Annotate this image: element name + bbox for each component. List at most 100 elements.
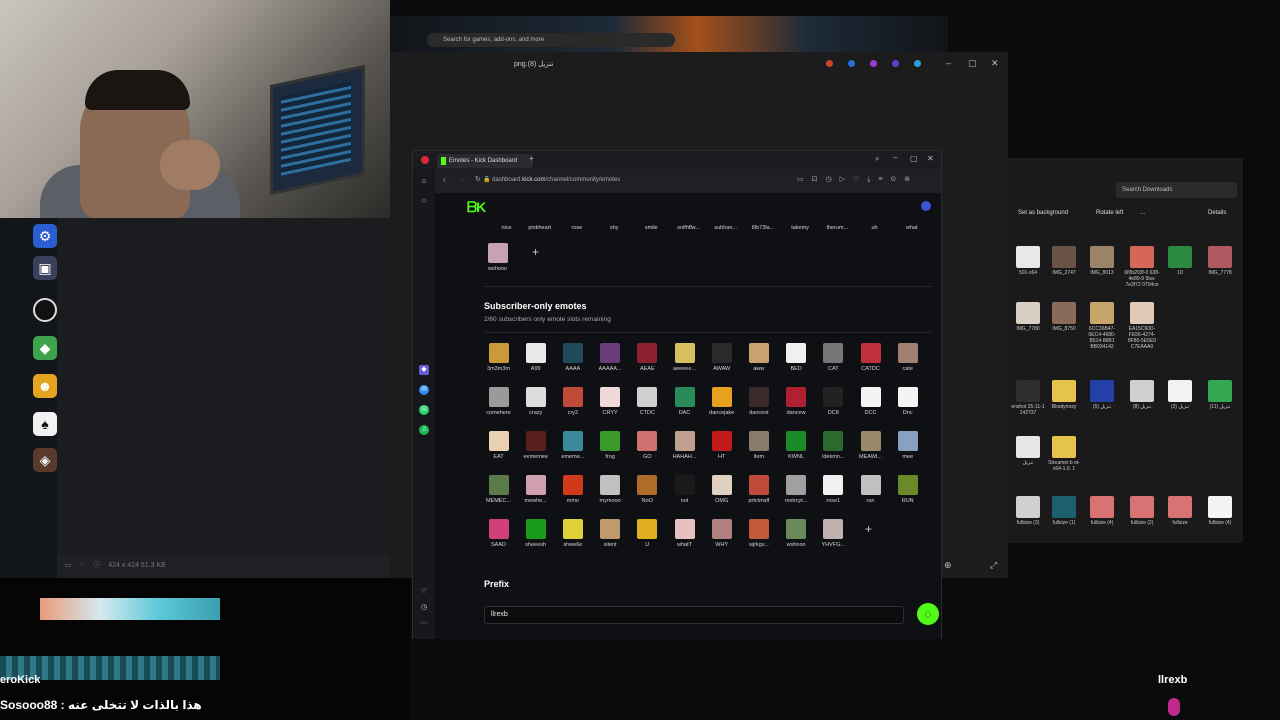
file-thumbnail[interactable] bbox=[1130, 380, 1154, 402]
file-thumbnail[interactable] bbox=[1130, 246, 1154, 268]
close-icon[interactable]: ✕ bbox=[991, 58, 999, 69]
emote-tile[interactable]: A99 bbox=[517, 343, 554, 372]
file-thumbnail[interactable] bbox=[1052, 436, 1076, 458]
explorer-search-input[interactable]: Search Downloads bbox=[1116, 182, 1237, 198]
emote-tile[interactable]: rose1 bbox=[815, 475, 852, 504]
emote-tile[interactable]: AEAE bbox=[629, 343, 666, 372]
emote-tile[interactable]: mee bbox=[889, 431, 926, 460]
emote-tile[interactable]: eememee bbox=[517, 431, 554, 460]
fullscreen-icon[interactable]: ⤢ bbox=[990, 560, 997, 571]
home-icon[interactable]: ⌂ bbox=[419, 177, 429, 187]
rotate-left-button[interactable]: Rotate left bbox=[1096, 210, 1123, 216]
file-thumbnail[interactable] bbox=[1168, 246, 1192, 268]
file-thumbnail[interactable] bbox=[1016, 380, 1040, 402]
history-icon[interactable]: ◷ bbox=[419, 603, 429, 613]
emote-tile[interactable]: CRYY bbox=[592, 387, 629, 416]
emote-tile[interactable]: OMG bbox=[703, 475, 740, 504]
minimize-icon[interactable]: – bbox=[893, 153, 897, 162]
more-icon[interactable]: ⋯ bbox=[419, 619, 429, 629]
close-icon[interactable]: ✕ bbox=[927, 154, 934, 163]
app-icon[interactable]: ◆ bbox=[33, 336, 57, 360]
emote-tile[interactable]: KWNL bbox=[778, 431, 815, 460]
emote-tile[interactable]: cry2 bbox=[554, 387, 591, 416]
emote-tile[interactable]: aww bbox=[740, 343, 777, 372]
file-thumbnail[interactable] bbox=[1090, 380, 1114, 402]
file-thumbnail[interactable] bbox=[1052, 302, 1076, 324]
file-thumbnail[interactable] bbox=[1052, 496, 1076, 518]
emote-tile[interactable]: MEAWI... bbox=[852, 431, 889, 460]
file-thumbnail[interactable] bbox=[1090, 246, 1114, 268]
emote-tile[interactable]: WHY bbox=[703, 519, 740, 548]
url-text[interactable]: 🔒 dashboard.kick.com/channel/community/e… bbox=[483, 176, 620, 183]
file-thumbnail[interactable] bbox=[1016, 496, 1040, 518]
file-thumbnail[interactable] bbox=[1208, 246, 1232, 268]
emote-tile[interactable]: frog bbox=[592, 431, 629, 460]
emote-tile[interactable]: wshooo bbox=[778, 519, 815, 548]
emote-tile[interactable]: CTDC bbox=[629, 387, 666, 416]
details-button[interactable]: Details bbox=[1208, 210, 1226, 216]
search-icon[interactable]: ⌕ bbox=[875, 154, 879, 164]
emote-tile[interactable]: RUN bbox=[889, 475, 926, 504]
game-search-input[interactable]: Search for games, add-ons, and more bbox=[427, 33, 675, 47]
emote-tile[interactable]: comehere bbox=[480, 387, 517, 416]
app-icon[interactable]: ⚙ bbox=[33, 224, 57, 248]
emote-tile[interactable]: dancejake bbox=[703, 387, 740, 416]
emote-tile[interactable]: DC8 bbox=[815, 387, 852, 416]
emote-tile[interactable]: ememe... bbox=[554, 431, 591, 460]
file-thumbnail[interactable] bbox=[1052, 380, 1076, 402]
file-thumbnail[interactable] bbox=[1130, 496, 1154, 518]
file-thumbnail[interactable] bbox=[1208, 496, 1232, 518]
emote-tile[interactable]: MEMEC... bbox=[480, 475, 517, 504]
emote-tile[interactable]: silent bbox=[592, 519, 629, 548]
file-thumbnail[interactable] bbox=[1090, 302, 1114, 324]
file-thumbnail[interactable] bbox=[1168, 496, 1192, 518]
emote-tile[interactable]: BED bbox=[778, 343, 815, 372]
emote-tile[interactable]: shwe6e bbox=[554, 519, 591, 548]
file-thumbnail[interactable] bbox=[1052, 246, 1076, 268]
emote-tile[interactable]: DCC bbox=[852, 387, 889, 416]
app-icon[interactable]: ▣ bbox=[33, 256, 57, 280]
emote-tile[interactable]: mymooo bbox=[592, 475, 629, 504]
zoom-in-icon[interactable]: ⊕ bbox=[944, 560, 952, 571]
emote-tile[interactable]: AWAW bbox=[703, 343, 740, 372]
kick-logo[interactable]: ᗷK bbox=[467, 199, 486, 216]
maximize-icon[interactable]: ▢ bbox=[968, 58, 977, 69]
emote-tile[interactable]: dancew bbox=[778, 387, 815, 416]
maximize-icon[interactable]: ▢ bbox=[910, 154, 918, 163]
file-thumbnail[interactable] bbox=[1090, 496, 1114, 518]
tab-emotes[interactable]: Emotes - Kick Dashboard bbox=[437, 154, 533, 168]
emote-tile[interactable]: rextrcyt... bbox=[778, 475, 815, 504]
emote-tile[interactable]: 3m3m3m bbox=[480, 343, 517, 372]
pin-icon[interactable]: ☆ bbox=[419, 197, 429, 207]
emote-tile[interactable]: item bbox=[740, 431, 777, 460]
emote-tile[interactable]: SAAD bbox=[480, 519, 517, 548]
new-tab-icon[interactable]: + bbox=[529, 154, 534, 163]
app-icon[interactable]: ◈ bbox=[33, 448, 57, 472]
emote-tile[interactable]: GO bbox=[629, 431, 666, 460]
emote-tile[interactable]: NoO bbox=[629, 475, 666, 504]
heart-icon[interactable]: ♡ bbox=[419, 587, 429, 597]
more-button[interactable]: ... bbox=[1140, 210, 1145, 216]
support-chat-button[interactable]: ◌ bbox=[917, 603, 939, 625]
emote-tile[interactable]: CAT bbox=[815, 343, 852, 372]
prefix-input[interactable]: llrexb bbox=[484, 606, 904, 624]
avatar[interactable] bbox=[921, 201, 931, 211]
emote-tile[interactable]: whatT bbox=[666, 519, 703, 548]
emote-tile[interactable]: HT bbox=[703, 431, 740, 460]
messenger-icon[interactable]: ✉ bbox=[419, 385, 429, 395]
address-bar[interactable]: ‹ › ↻ 🔒 dashboard.kick.com/channel/commu… bbox=[413, 169, 941, 193]
add-subscriber-emote-button[interactable]: + bbox=[865, 522, 872, 536]
file-thumbnail[interactable] bbox=[1130, 302, 1154, 324]
emote-tile[interactable]: CATDC bbox=[852, 343, 889, 372]
emote-tile[interactable]: EAT bbox=[480, 431, 517, 460]
emote-tile[interactable]: Dnc bbox=[889, 387, 926, 416]
reload-icon[interactable]: ↻ bbox=[475, 175, 481, 183]
emote-tile[interactable]: wshooo bbox=[479, 243, 516, 272]
file-thumbnail[interactable] bbox=[1016, 302, 1040, 324]
emote-tile[interactable]: crazy bbox=[517, 387, 554, 416]
spotify-icon[interactable]: ♫ bbox=[419, 425, 429, 435]
minimize-icon[interactable]: – bbox=[946, 58, 951, 68]
app-icon[interactable]: ☻ bbox=[33, 374, 57, 398]
emote-tile[interactable]: prtctmslf bbox=[740, 475, 777, 504]
app-icon[interactable] bbox=[33, 298, 57, 322]
